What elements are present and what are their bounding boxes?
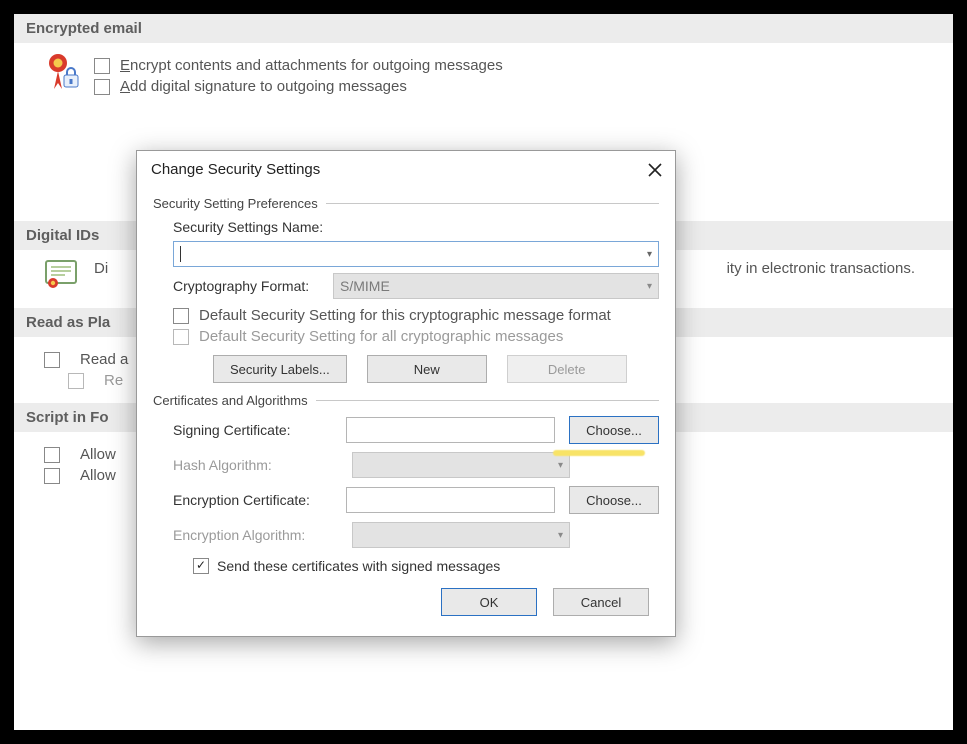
allow-script-checkbox-1[interactable] (44, 447, 60, 463)
hash-algorithm-label: Hash Algorithm: (173, 457, 338, 473)
crypto-format-select: S/MIME ▾ (333, 273, 659, 299)
encryption-algorithm-select: ▾ (352, 522, 570, 548)
allow-script-label-1: Allow (80, 446, 116, 463)
allow-script-checkbox-2[interactable] (44, 468, 60, 484)
text-cursor-icon (180, 246, 181, 262)
signing-cert-label: Signing Certificate: (173, 422, 332, 438)
delete-button: Delete (507, 355, 627, 383)
ok-button[interactable]: OK (441, 588, 537, 616)
group-certs-label: Certificates and Algorithms (153, 393, 308, 408)
certificate-icon (44, 260, 80, 290)
encryption-cert-label: Encryption Certificate: (173, 492, 332, 508)
crypto-format-value: S/MIME (340, 278, 390, 294)
change-security-settings-dialog: Change Security Settings Security Settin… (136, 150, 676, 637)
close-button[interactable] (647, 162, 663, 178)
hash-algorithm-select: ▾ (352, 452, 570, 478)
chevron-down-icon: ▾ (647, 249, 652, 260)
divider-line (326, 203, 659, 204)
encrypt-outgoing-label: Encrypt contents and attachments for out… (120, 57, 503, 74)
settings-name-label: Security Settings Name: (173, 219, 323, 235)
encrypt-outgoing-checkbox[interactable] (94, 58, 110, 74)
digital-ids-text-right: ity in electronic transactions. (727, 260, 915, 277)
group-prefs-label: Security Setting Preferences (153, 196, 318, 211)
send-certs-checkbox[interactable] (193, 558, 209, 574)
chevron-down-icon: ▾ (558, 460, 563, 471)
allow-script-label-2: Allow (80, 467, 116, 484)
default-this-format-checkbox[interactable] (173, 308, 189, 324)
dialog-title: Change Security Settings (151, 161, 320, 178)
read-plain-checkbox-1[interactable] (44, 352, 60, 368)
choose-encryption-cert-button[interactable]: Choose... (569, 486, 659, 514)
encryption-algorithm-label: Encryption Algorithm: (173, 527, 338, 543)
default-all-label: Default Security Setting for all cryptog… (199, 328, 563, 345)
digital-ids-text-left: Di (94, 260, 108, 277)
choose-signing-cert-button[interactable]: Choose... (569, 416, 659, 444)
security-labels-button[interactable]: Security Labels... (213, 355, 347, 383)
new-button[interactable]: New (367, 355, 487, 383)
signing-cert-field[interactable] (346, 417, 556, 443)
default-all-checkbox (173, 329, 189, 345)
send-certs-label: Send these certificates with signed mess… (217, 558, 500, 574)
chevron-down-icon: ▾ (647, 281, 652, 292)
divider-line (316, 400, 659, 401)
settings-name-combo[interactable]: ▾ (173, 241, 659, 267)
ribbon-lock-icon (44, 53, 80, 95)
add-signature-label: Add digital signature to outgoing messag… (120, 78, 407, 95)
read-plain-label-2: Re (104, 372, 123, 389)
cancel-button[interactable]: Cancel (553, 588, 649, 616)
default-this-format-label: Default Security Setting for this crypto… (199, 307, 611, 324)
encryption-cert-field[interactable] (346, 487, 556, 513)
chevron-down-icon: ▾ (558, 530, 563, 541)
add-signature-checkbox[interactable] (94, 79, 110, 95)
section-encrypted-email: Encrypted email (14, 14, 953, 43)
read-plain-label-1: Read a (80, 351, 128, 368)
crypto-format-label: Cryptography Format: (173, 278, 323, 294)
read-plain-checkbox-2 (68, 373, 84, 389)
